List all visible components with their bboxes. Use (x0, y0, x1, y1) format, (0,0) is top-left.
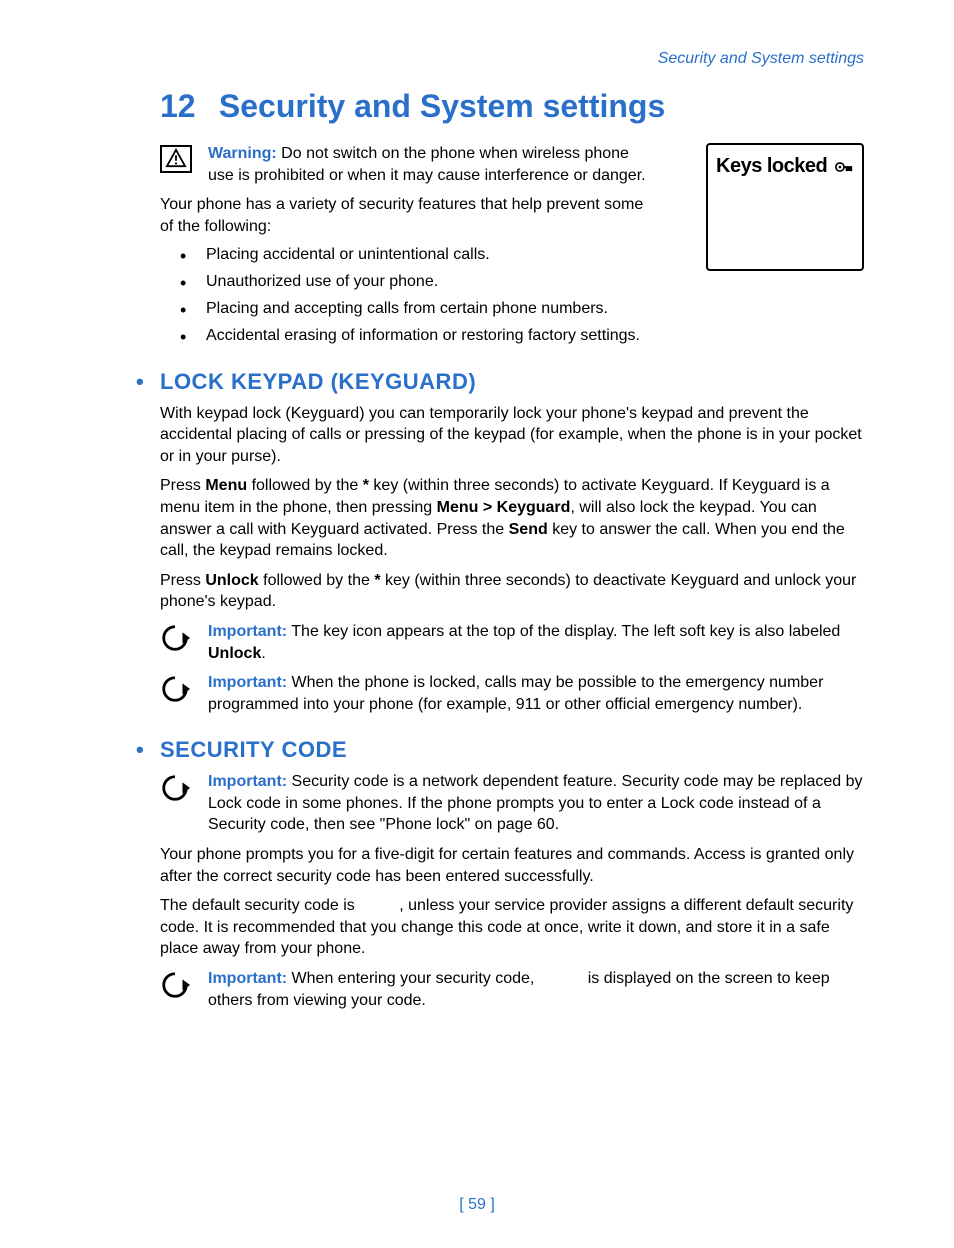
list-item: Placing accidental or unintentional call… (180, 245, 864, 266)
key-icon (834, 158, 854, 176)
chapter-title-text: Security and System settings (219, 88, 665, 124)
important-note: Important: When entering your security c… (208, 968, 864, 1011)
screen-label: Keys locked (716, 155, 827, 178)
important-icon (160, 674, 190, 704)
important-icon (160, 970, 190, 1000)
chapter-number: 12 (160, 88, 210, 125)
page-number: [ 59 ] (0, 1196, 954, 1214)
warning-text: Warning: Do not switch on the phone when… (208, 143, 648, 186)
important-icon (160, 623, 190, 653)
intro-paragraph: Your phone has a variety of security fea… (160, 194, 660, 237)
list-item: Accidental erasing of information or res… (180, 326, 864, 347)
list-item: Unauthorized use of your phone. (180, 272, 864, 293)
body-paragraph: Press Menu followed by the * key (within… (160, 475, 864, 561)
important-icon (160, 773, 190, 803)
chapter-title: 12 Security and System settings (160, 88, 864, 125)
section-heading-security-code: •SECURITY CODE (160, 737, 864, 763)
body-paragraph: The default security code is , unless yo… (160, 895, 864, 960)
important-note: Important: The key icon appears at the t… (208, 621, 864, 664)
running-header: Security and System settings (100, 50, 864, 68)
warning-label: Warning: (208, 145, 277, 162)
important-note: Important: When the phone is locked, cal… (208, 672, 864, 715)
body-paragraph: Press Unlock followed by the * key (with… (160, 570, 864, 613)
list-item: Placing and accepting calls from certain… (180, 299, 864, 320)
body-paragraph: With keypad lock (Keyguard) you can temp… (160, 403, 864, 468)
section-heading-keyguard: •LOCK KEYPAD (KEYGUARD) (160, 369, 864, 395)
feature-bullet-list: Placing accidental or unintentional call… (180, 245, 864, 346)
warning-icon (160, 145, 192, 173)
body-paragraph: Your phone prompts you for a five-digit … (160, 844, 864, 887)
important-note: Important: Security code is a network de… (208, 771, 864, 836)
